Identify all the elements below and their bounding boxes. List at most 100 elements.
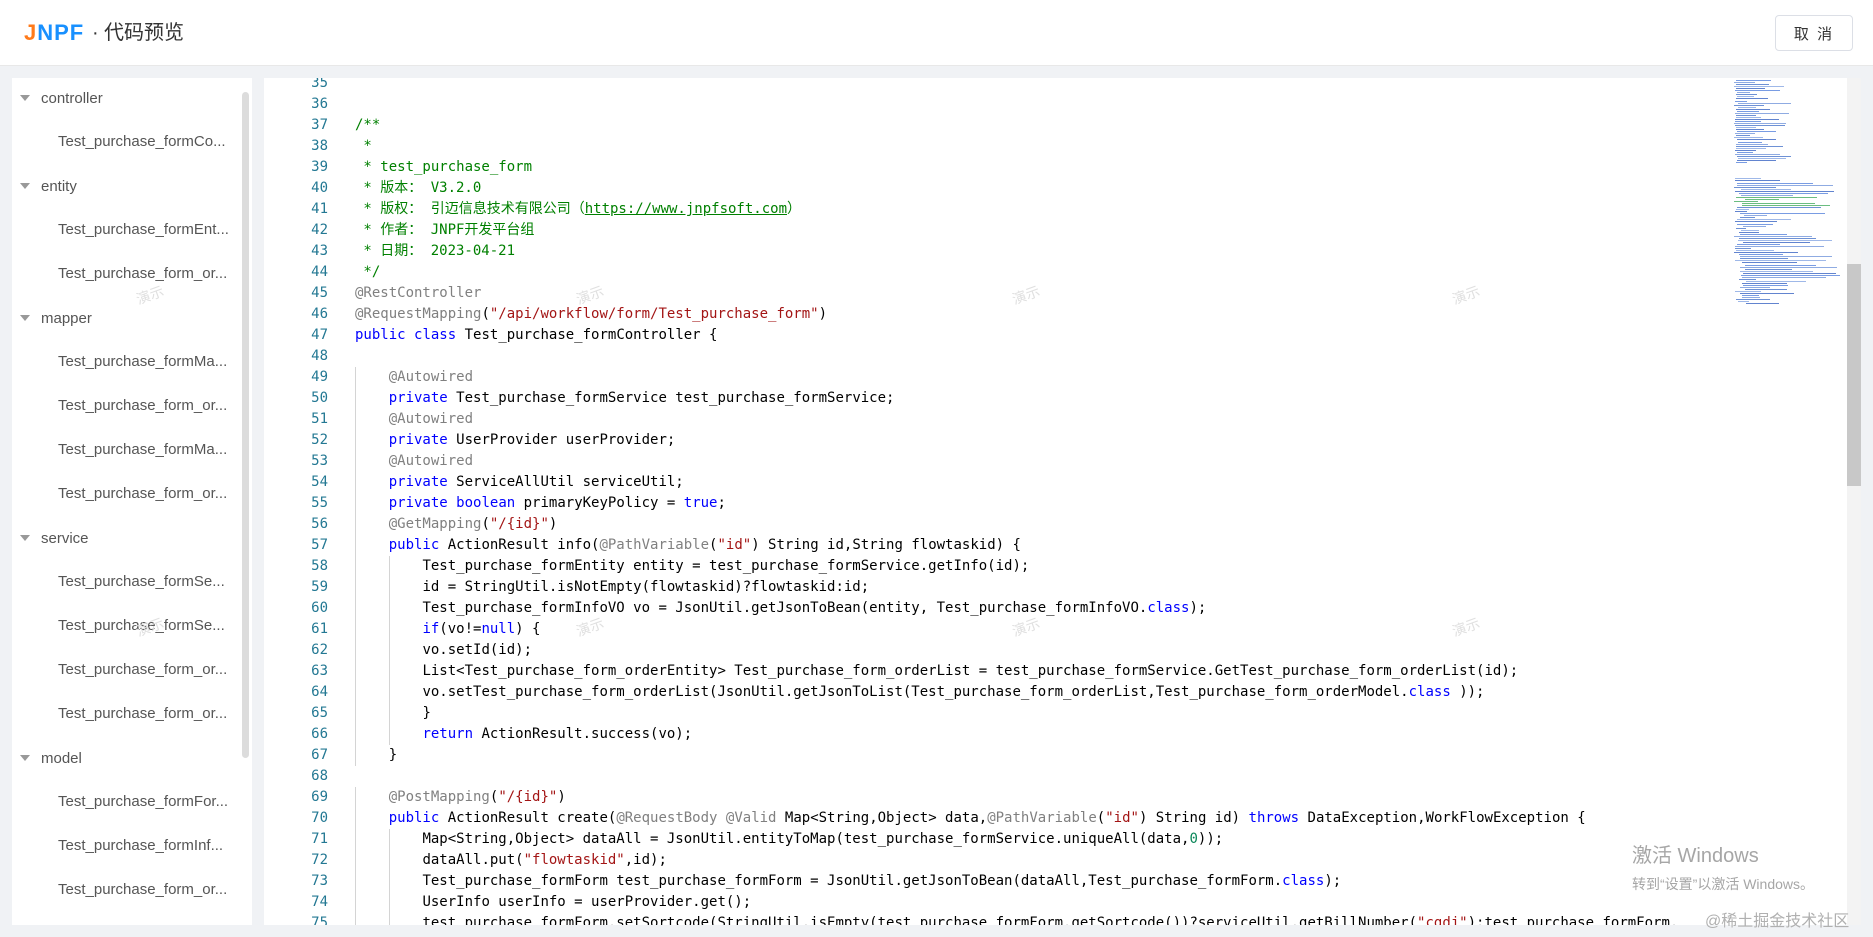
line-number: 47 [311, 327, 328, 343]
cancel-button[interactable]: 取 消 [1775, 15, 1853, 51]
code-line: 60 Test_purchase_formInfoVO vo = JsonUtil… [264, 598, 1861, 619]
code-token: private [388, 474, 448, 490]
code-token: * test_purchase_form [355, 159, 533, 175]
editor-scrollbar-track[interactable] [1847, 78, 1861, 925]
minimap-line [1744, 268, 1793, 270]
code-text: private ServiceAllUtil serviceUtil; [389, 472, 684, 493]
tree-file-item[interactable]: Test_purchase_formInf... [58, 834, 248, 858]
line-number: 36 [311, 96, 328, 112]
code-line: 52 private UserProvider userProvider; [264, 430, 1861, 451]
code-text: * [355, 136, 372, 157]
line-number: 54 [311, 474, 328, 490]
tree-file-item[interactable]: Test_purchase_formMa... [58, 438, 248, 462]
tree-file-item[interactable]: Test_purchase_formMa... [58, 350, 248, 374]
minimap-line [1736, 299, 1771, 301]
minimap-line [1736, 88, 1765, 90]
indent-guide [388, 913, 390, 925]
tree-file-item[interactable]: Test_purchase_form_or... [58, 702, 248, 726]
code-token: @PathVariable [599, 537, 710, 553]
header: J NPF · 代码预览 取 消 [0, 0, 1873, 66]
tree-file-item[interactable]: Test_purchase_formCo... [58, 130, 248, 154]
tree-folder-mapper[interactable]: mapper [12, 306, 92, 330]
code-minimap[interactable] [1734, 78, 1844, 318]
tree-folder-controller[interactable]: controller [12, 86, 103, 110]
code-line: 35 [264, 78, 1861, 94]
tree-folder-label: service [41, 529, 89, 547]
code-line: 55 private boolean primaryKeyPolicy = tru… [264, 493, 1861, 514]
code-token: ActionResult create( [439, 810, 617, 826]
code-text: } [389, 745, 397, 766]
minimap-line [1735, 153, 1780, 155]
code-line: 38 * [264, 136, 1861, 157]
tree-file-item[interactable]: Test_purchase_form_or... [58, 878, 248, 902]
code-text: * 版本： V3.2.0 [355, 178, 481, 199]
tree-file-item[interactable]: Test_purchase_form_or... [58, 658, 248, 682]
code-token: UserInfo userInfo = userProvider.get(); [422, 894, 752, 910]
tree-file-item[interactable]: Test_purchase_formFor... [58, 790, 248, 814]
tree-file-item[interactable]: Test_purchase_formEnt... [58, 218, 248, 242]
code-token: vo.setTest_purchase_form_orderList(JsonU… [422, 684, 1409, 700]
indent-guide [388, 703, 390, 724]
code-token: if [422, 621, 440, 637]
indent-guide [355, 871, 356, 892]
code-line: 37 /** [264, 115, 1861, 136]
code-line: 61 if(vo!=null) { [264, 619, 1861, 640]
code-line: 43 * 日期： 2023-04-21 [264, 241, 1861, 262]
code-token: * [355, 138, 372, 154]
file-tree-scrollbar[interactable] [242, 92, 249, 758]
caret-down-icon [20, 535, 30, 541]
tree-folder-service[interactable]: service [12, 526, 89, 550]
code-line: 39 * test_purchase_form [264, 157, 1861, 178]
code-token: class [1147, 600, 1190, 616]
code-token: ); [1324, 873, 1342, 889]
code-text: return ActionResult.success(vo); [422, 724, 692, 745]
minimap-line [1737, 131, 1777, 133]
minimap-line [1744, 289, 1788, 291]
minimap-line [1734, 235, 1813, 237]
indent-guide [355, 661, 356, 682]
line-number: 41 [311, 201, 328, 217]
code-editor[interactable]: 35 36 37/** 38 * 39 * test_purchase_form 40 *… [264, 78, 1861, 925]
minimap-line [1734, 186, 1777, 188]
minimap-line [1735, 145, 1784, 147]
minimap-line [1737, 301, 1749, 303]
minimap-line [1735, 260, 1827, 262]
code-text: public class Test_purchase_formControlle… [355, 325, 717, 346]
tree-folder-entity[interactable]: entity [12, 174, 77, 198]
line-number: 35 [311, 78, 328, 91]
code-text: id = StringUtil.isNotEmpty(flowtaskid)?f… [422, 577, 869, 598]
code-text: * 日期： 2023-04-21 [355, 241, 515, 262]
line-number: 39 [311, 159, 328, 175]
juejin-watermark: @稀土掘金技术社区 [1705, 913, 1850, 930]
code-token: @RequestMapping [355, 306, 482, 322]
code-token: ) [557, 789, 566, 805]
code-text: @Autowired [389, 451, 473, 472]
code-token: } [422, 705, 431, 721]
editor-scrollbar-thumb[interactable] [1847, 264, 1861, 486]
minimap-line [1737, 155, 1791, 157]
tree-file-item[interactable]: Test_purchase_form_or... [58, 482, 248, 506]
tree-file-item[interactable]: Test_purchase_form_or... [58, 394, 248, 418]
line-number: 71 [311, 831, 328, 847]
minimap-line [1736, 129, 1765, 131]
line-number: 40 [311, 180, 328, 196]
tree-folder-model[interactable]: model [12, 746, 82, 770]
code-text: UserInfo userInfo = userProvider.get(); [422, 892, 751, 913]
tree-file-item[interactable]: Test_purchase_formSe... [58, 570, 248, 594]
indent-guide [355, 556, 356, 577]
code-line: 72 dataAll.put("flowtaskid",id); [264, 850, 1861, 871]
minimap-line [1736, 250, 1774, 252]
line-number: 44 [311, 264, 328, 280]
minimap-line [1735, 121, 1762, 122]
minimap-line [1744, 198, 1779, 200]
code-line: 49 @Autowired [264, 367, 1861, 388]
minimap-line [1741, 276, 1827, 278]
minimap-line [1736, 151, 1753, 153]
line-number: 67 [311, 747, 328, 763]
code-text: public ActionResult create(@RequestBody … [389, 808, 1586, 829]
code-token: ( [1096, 810, 1106, 826]
line-number: 55 [311, 495, 328, 511]
code-token: @Autowired [388, 369, 474, 385]
